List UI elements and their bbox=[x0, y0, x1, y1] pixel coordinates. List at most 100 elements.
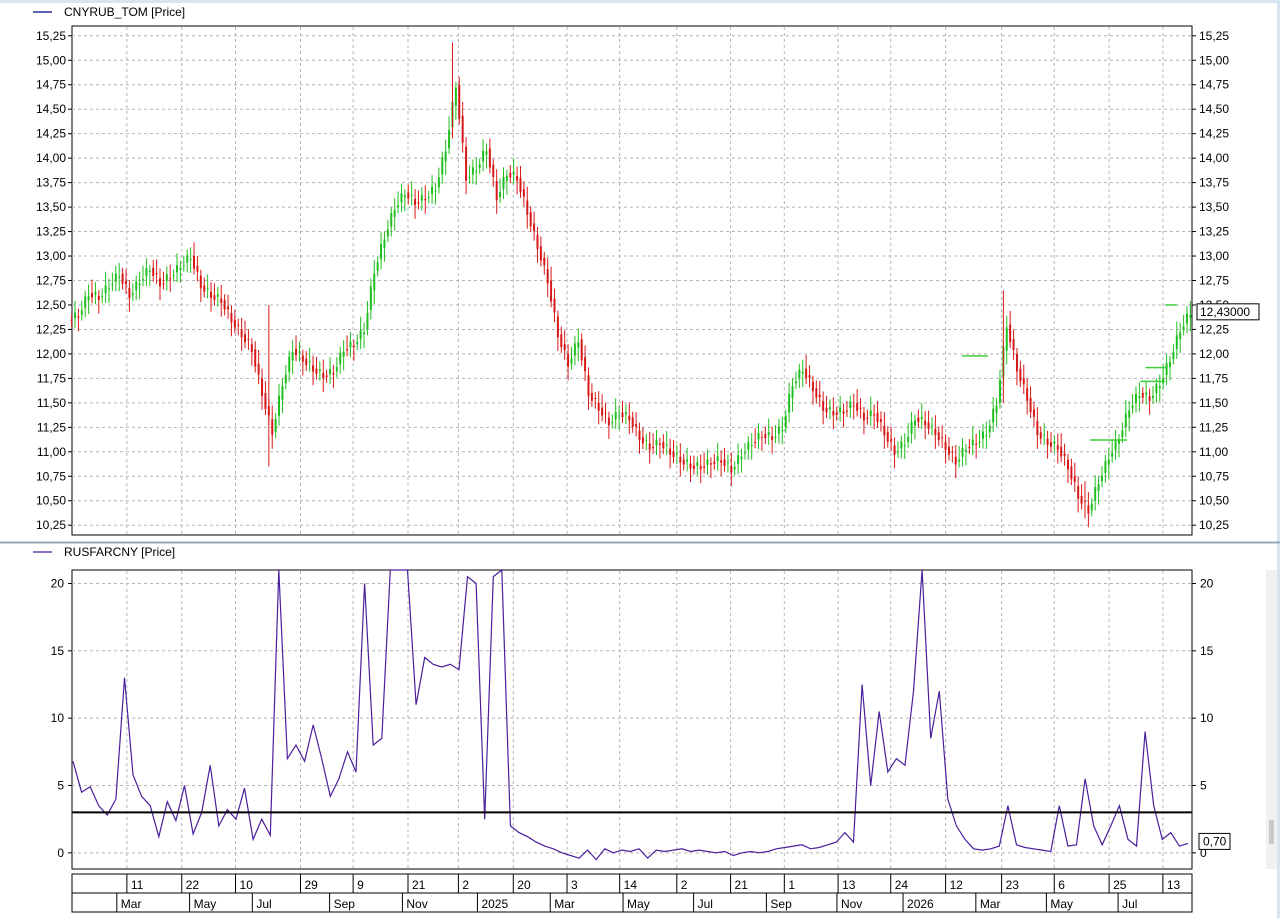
candle-body bbox=[1094, 487, 1097, 501]
candle-body bbox=[747, 442, 750, 450]
candle-body bbox=[1090, 503, 1093, 511]
x-day-label: 14 bbox=[624, 878, 638, 892]
candle-body bbox=[410, 195, 413, 197]
x-day-label: 2 bbox=[462, 878, 469, 892]
candle-body bbox=[774, 436, 777, 438]
candle-body bbox=[87, 296, 90, 301]
candle-body bbox=[502, 177, 505, 190]
candle-body bbox=[842, 411, 845, 414]
candle-body bbox=[998, 379, 1001, 403]
scrollbar-thumb[interactable] bbox=[1269, 820, 1274, 844]
candle-body bbox=[754, 442, 757, 444]
candle-body bbox=[584, 357, 587, 372]
candle-body bbox=[471, 167, 474, 175]
candle-body bbox=[893, 445, 896, 455]
price-right-tick-label: 14,75 bbox=[1199, 78, 1229, 92]
candle-body bbox=[315, 368, 318, 374]
candle-body bbox=[1077, 486, 1080, 499]
candle-body bbox=[1121, 430, 1124, 438]
candle-body bbox=[397, 205, 400, 208]
x-month-label: Mar bbox=[554, 897, 575, 911]
candle-body bbox=[669, 448, 672, 455]
candle-body bbox=[298, 351, 301, 353]
x-day-label: 1 bbox=[788, 878, 795, 892]
candle-body bbox=[1172, 351, 1175, 359]
candle-body bbox=[1186, 313, 1188, 324]
x-day-label: 9 bbox=[357, 878, 364, 892]
candle-body bbox=[383, 239, 386, 248]
candle-body bbox=[264, 393, 267, 410]
candle-body bbox=[604, 412, 607, 414]
candle-body bbox=[108, 288, 111, 290]
candle-body bbox=[703, 466, 706, 468]
candle-body bbox=[427, 196, 430, 198]
candle-body bbox=[376, 262, 379, 271]
price-left-tick-label: 14,50 bbox=[36, 102, 66, 116]
rusfar-left-tick-label: 0 bbox=[57, 846, 64, 860]
candle-body bbox=[944, 442, 947, 450]
candle-body bbox=[84, 296, 87, 308]
candle-body bbox=[335, 366, 338, 372]
price-left-tick-label: 14,00 bbox=[36, 151, 66, 165]
price-left-tick-label: 13,75 bbox=[36, 176, 66, 190]
candle-body bbox=[1043, 434, 1046, 436]
price-right-tick-label: 13,50 bbox=[1199, 200, 1229, 214]
candle-body bbox=[910, 421, 913, 434]
candle-body bbox=[237, 324, 240, 326]
rusfar-plot-area[interactable] bbox=[71, 569, 1193, 870]
candle-body bbox=[907, 436, 910, 443]
candle-body bbox=[927, 422, 930, 429]
candle-body bbox=[873, 414, 876, 416]
candle-body bbox=[1104, 460, 1107, 474]
candle-body bbox=[563, 344, 566, 350]
candle-body bbox=[611, 422, 614, 424]
price-left-tick-label: 14,75 bbox=[36, 78, 66, 92]
x-day-label: 24 bbox=[895, 878, 909, 892]
candle-body bbox=[1060, 446, 1063, 457]
candle-body bbox=[686, 459, 689, 462]
candle-body bbox=[1080, 495, 1083, 504]
candle-body bbox=[1073, 476, 1076, 483]
candle-body bbox=[573, 343, 576, 356]
candle-body bbox=[403, 195, 406, 198]
candle-body bbox=[448, 130, 451, 149]
candle-body bbox=[951, 451, 954, 453]
candle-body bbox=[971, 439, 974, 446]
candle-body bbox=[876, 412, 879, 423]
candle-body bbox=[407, 192, 410, 199]
candle-body bbox=[135, 281, 138, 291]
candle-body bbox=[1131, 405, 1134, 408]
x-day-label: 29 bbox=[304, 878, 318, 892]
candle-body bbox=[233, 319, 236, 328]
candle-body bbox=[529, 211, 532, 227]
x-day-label: 3 bbox=[571, 878, 578, 892]
candle-body bbox=[70, 319, 73, 321]
candle-body bbox=[550, 280, 553, 302]
candle-body bbox=[890, 438, 893, 442]
candle-body bbox=[580, 339, 583, 361]
candle-body bbox=[1141, 393, 1144, 398]
candle-body bbox=[278, 395, 281, 416]
candle-body bbox=[505, 175, 508, 181]
candle-body bbox=[478, 164, 481, 168]
candle-body bbox=[380, 243, 383, 260]
rusfar-y-axis-right: 20151050 bbox=[1192, 576, 1214, 860]
candle-body bbox=[417, 202, 420, 204]
candle-body bbox=[114, 273, 117, 282]
candle-body bbox=[655, 439, 658, 446]
candle-body bbox=[80, 310, 83, 315]
candle-body bbox=[1145, 392, 1148, 395]
candle-body bbox=[165, 274, 168, 281]
candle-body bbox=[546, 269, 549, 284]
candle-body bbox=[859, 407, 862, 409]
x-day-label: 23 bbox=[1006, 878, 1020, 892]
candle-body bbox=[621, 412, 624, 418]
candle-body bbox=[968, 446, 971, 449]
candle-body bbox=[849, 401, 852, 409]
candle-body bbox=[879, 419, 882, 422]
price-left-tick-label: 11,75 bbox=[37, 371, 66, 385]
candle-body bbox=[223, 300, 226, 310]
price-right-tick-label: 12,25 bbox=[1199, 322, 1229, 336]
candle-body bbox=[1128, 410, 1131, 418]
candle-body bbox=[74, 312, 76, 319]
